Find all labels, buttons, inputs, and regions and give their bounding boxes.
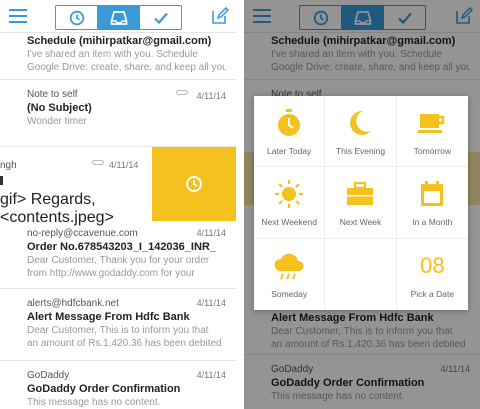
label-tag-icon: [176, 90, 188, 95]
email-snippet: Dear Customer, Thank you for your order: [27, 255, 210, 266]
email-list: Schedule (mihirpatkar@gmail.com) I've sh…: [0, 33, 236, 147]
menu-icon[interactable]: [9, 9, 27, 23]
moon-icon: [350, 111, 372, 136]
list-item[interactable]: alerts@hdfcbank.net Alert Message From H…: [0, 289, 236, 361]
snooze-tomorrow[interactable]: Tomorrow: [396, 96, 468, 168]
checkmark-icon: [153, 12, 168, 24]
email-date: 4/11/14: [196, 370, 226, 380]
snooze-empty-slot: [325, 238, 397, 310]
email-date: 4/11/14: [196, 298, 226, 308]
email-date: 4/11/14: [109, 160, 139, 170]
email-snippet: Google Drive: create, share, and keep al…: [27, 62, 226, 73]
snooze-next-weekend[interactable]: Next Weekend: [254, 167, 326, 239]
swiped-email-content: ngh 4/11/14 gif> Regards, <contents.jpeg…: [0, 147, 152, 226]
snooze-swipe-action[interactable]: [152, 147, 236, 221]
clock-icon: [186, 176, 202, 192]
email-subject: Alert Message From Hdfc Bank: [27, 311, 190, 323]
tab-inbox[interactable]: [98, 6, 140, 29]
email-snippet: Wonder timer: [27, 116, 87, 127]
email-date: 4/11/14: [196, 228, 226, 238]
email-subject: (No Subject): [27, 102, 92, 114]
snooze-next-week[interactable]: Next Week: [325, 167, 397, 239]
tab-done[interactable]: [140, 6, 181, 29]
briefcase-icon: [347, 182, 374, 206]
swiped-email-row[interactable]: ngh 4/11/14 gif> Regards, <contents.jpeg…: [0, 147, 236, 226]
email-snippet: Dear Customer, This is to inform you tha…: [27, 325, 209, 336]
snooze-options-dialog: Later Today This Evening Tomorrow Next W…: [254, 96, 468, 310]
left-phone-screen: Schedule (mihirpatkar@gmail.com) I've sh…: [0, 0, 236, 409]
email-list-lower: no-reply@ccavenue.com Order No.678543203…: [0, 221, 236, 409]
calendar-icon: [421, 181, 444, 207]
inbox-tray-icon: [110, 10, 127, 25]
inbox-filter-tabs: [55, 5, 182, 30]
list-item[interactable]: no-reply@ccavenue.com Order No.678543203…: [0, 221, 236, 289]
email-snippet: an amount of Rs.1,420.36 has been debite…: [27, 338, 222, 349]
email-subject: Schedule (mihirpatkar@gmail.com): [27, 35, 212, 47]
coffee-cup-icon: [418, 114, 445, 134]
clock-icon: [69, 10, 84, 25]
list-item[interactable]: Note to self (No Subject) Wonder timer 4…: [0, 80, 236, 147]
sun-icon: [275, 180, 304, 209]
email-snippet: This message has no content.: [27, 397, 161, 408]
compose-icon[interactable]: [211, 7, 229, 25]
snooze-this-evening[interactable]: This Evening: [325, 96, 397, 168]
list-item[interactable]: GoDaddy GoDaddy Order Confirmation This …: [0, 361, 236, 409]
tab-snoozed[interactable]: [56, 6, 98, 29]
email-snippet: from http://www.godaddy.com for your: [27, 268, 195, 279]
date-number: 08: [420, 253, 445, 279]
snooze-later-today[interactable]: Later Today: [254, 96, 326, 168]
screen: Schedule (mihirpatkar@gmail.com) I've sh…: [0, 0, 480, 409]
email-snippet: I've shared an item with you. Schedule: [27, 49, 198, 60]
list-item[interactable]: Schedule (mihirpatkar@gmail.com) I've sh…: [0, 33, 236, 80]
snooze-someday[interactable]: Someday: [254, 238, 326, 310]
email-date: 4/11/14: [196, 91, 226, 101]
toolbar: [0, 0, 236, 33]
stopwatch-icon: [278, 109, 301, 137]
snooze-in-a-month[interactable]: In a Month: [396, 167, 468, 239]
screenshot-divider: [236, 0, 244, 409]
email-subject: GoDaddy Order Confirmation: [27, 383, 181, 395]
cloud-rain-icon: [274, 254, 304, 280]
email-subject: Order No.678543203_I_142036_INR_: [27, 241, 216, 253]
label-tag-icon: [92, 160, 104, 165]
unread-marker: [0, 176, 3, 185]
snooze-pick-a-date[interactable]: 08 Pick a Date: [397, 239, 468, 310]
